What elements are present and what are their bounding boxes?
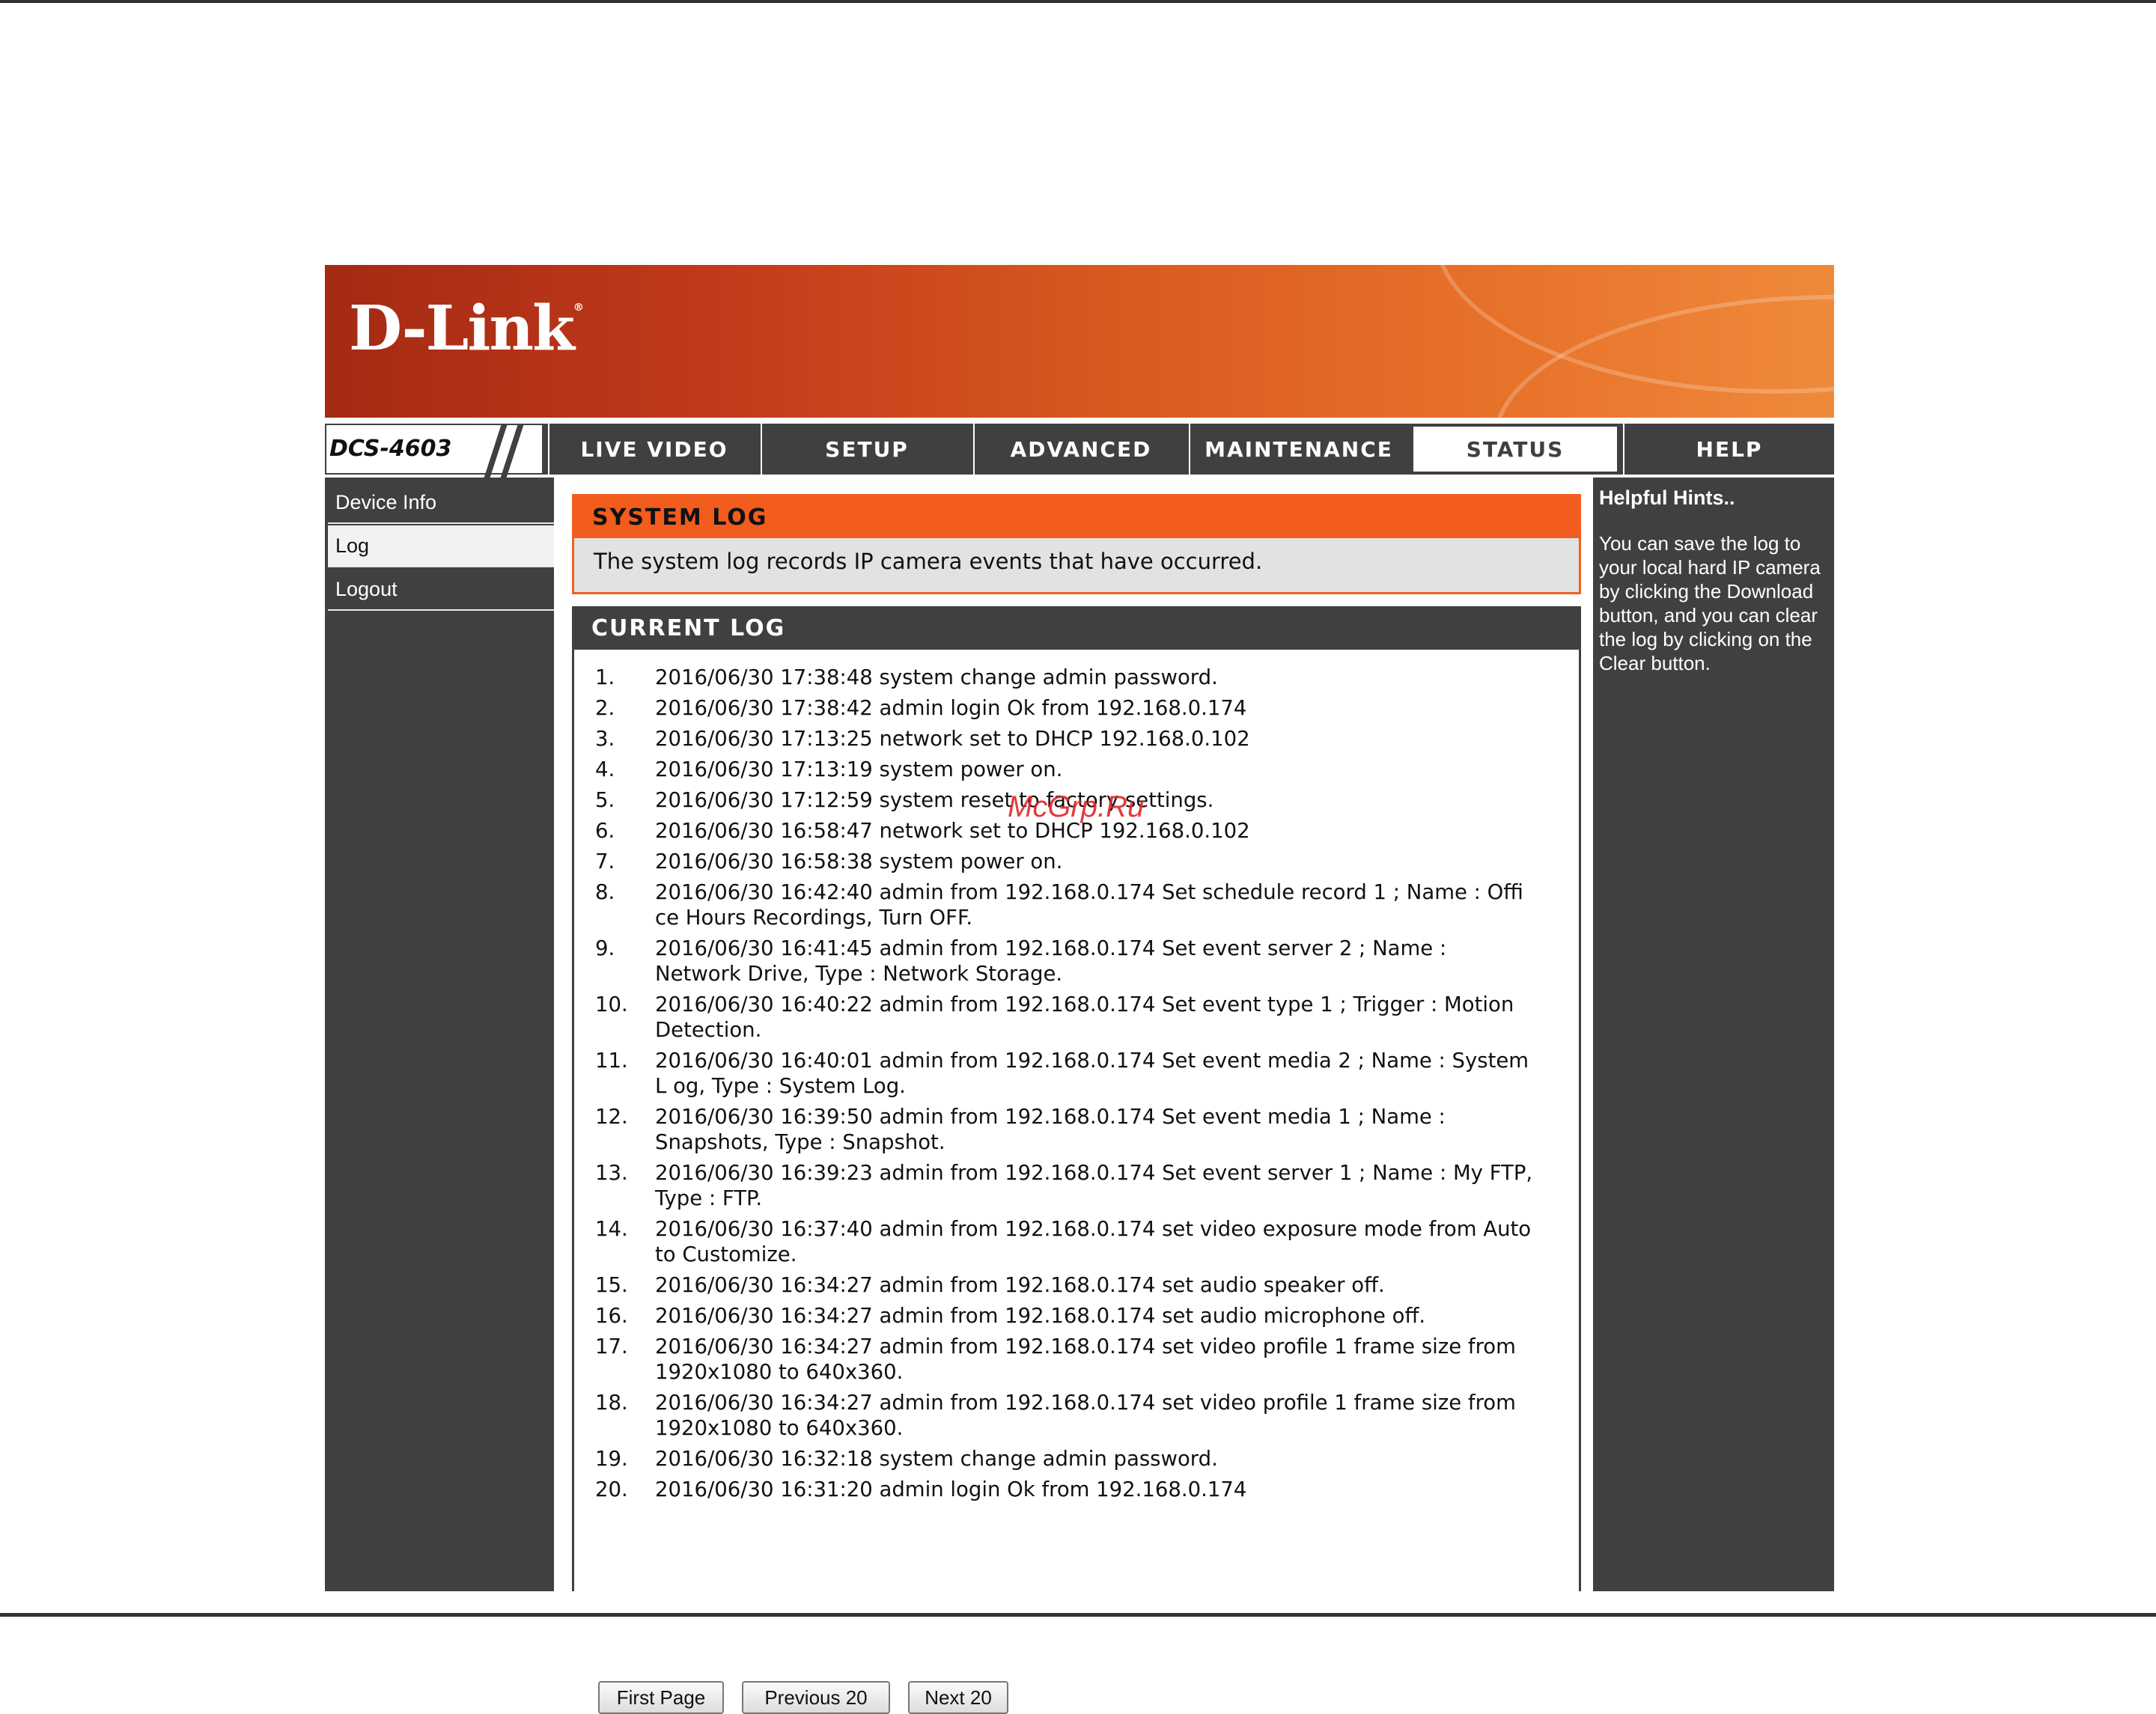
log-entry: 2. 2016/06/30 17:38:42 admin login Ok fro… — [595, 695, 1561, 721]
log-entry: 11. 2016/06/30 16:40:01 admin from 192.16… — [595, 1048, 1561, 1099]
current-log-panel: CURRENT LOG 1. 2016/06/30 17:38:48 system… — [572, 606, 1581, 1714]
sidebar-item-device-info[interactable]: Device Info — [328, 482, 554, 524]
log-entry-number: 12. — [595, 1105, 628, 1129]
log-entry: 20. 2016/06/30 16:31:20 admin login Ok fr… — [595, 1477, 1561, 1502]
tab-live-video[interactable]: LIVE VIDEO — [548, 424, 759, 475]
log-entry: 10. 2016/06/30 16:40:22 admin from 192.16… — [595, 992, 1561, 1043]
system-log-panel: SYSTEM LOG The system log records IP cam… — [572, 494, 1581, 594]
first-page-button[interactable]: First Page — [598, 1681, 724, 1714]
system-log-title: SYSTEM LOG — [574, 496, 1579, 538]
system-log-description: The system log records IP camera events … — [594, 549, 1263, 574]
model-name: DCS-4603 — [329, 436, 452, 462]
log-entry-number: 6. — [595, 819, 615, 843]
log-entry-text: 2016/06/30 16:39:23 admin from 192.168.0… — [655, 1161, 1533, 1210]
dlink-logo: D-Link® — [349, 293, 584, 365]
log-entry-text: 2016/06/30 17:13:19 system power on. — [655, 757, 1063, 781]
log-entry: 18. 2016/06/30 16:34:27 admin from 192.16… — [595, 1390, 1561, 1441]
log-entry-text: 2016/06/30 17:38:42 admin login Ok from … — [655, 696, 1247, 720]
log-entry: 14. 2016/06/30 16:37:40 admin from 192.16… — [595, 1216, 1561, 1267]
log-entry: 9. 2016/06/30 16:41:45 admin from 192.168… — [595, 936, 1561, 986]
log-entry-number: 7. — [595, 850, 615, 873]
log-entry-text: 2016/06/30 16:39:50 admin from 192.168.0… — [655, 1105, 1446, 1154]
top-nav: DCS-4603 LIVE VIDEO SETUP ADVANCED MAINT… — [325, 424, 1834, 478]
log-entry-number: 14. — [595, 1217, 628, 1241]
log-entry-text: 2016/06/30 16:41:45 admin from 192.168.0… — [655, 936, 1447, 986]
log-entry-number: 8. — [595, 880, 615, 904]
log-entry: 19. 2016/06/30 16:32:18 system change adm… — [595, 1446, 1561, 1471]
log-entry: 12. 2016/06/30 16:39:50 admin from 192.16… — [595, 1104, 1561, 1155]
log-entry-text: 2016/06/30 16:34:27 admin from 192.168.0… — [655, 1273, 1385, 1297]
log-entry: 8. 2016/06/30 16:42:40 admin from 192.168… — [595, 879, 1561, 930]
log-entry-text: 2016/06/30 16:34:27 admin from 192.168.0… — [655, 1335, 1516, 1384]
log-entry-text: 2016/06/30 16:42:40 admin from 192.168.0… — [655, 880, 1523, 930]
tab-advanced[interactable]: ADVANCED — [973, 424, 1187, 475]
log-entry-number: 5. — [595, 788, 615, 812]
model-badge: DCS-4603 — [325, 424, 543, 478]
header-banner: D-Link® — [325, 265, 1834, 418]
log-entry: 15. 2016/06/30 16:34:27 admin from 192.16… — [595, 1272, 1561, 1298]
log-entry: 7. 2016/06/30 16:58:38 system power on. — [595, 849, 1561, 874]
log-entry-text: 2016/06/30 16:58:38 system power on. — [655, 850, 1063, 873]
main-content: SYSTEM LOG The system log records IP cam… — [557, 478, 1581, 1714]
log-entry-number: 13. — [595, 1161, 628, 1185]
helpful-hints-panel: Helpful Hints.. You can save the log to … — [1593, 478, 1834, 1591]
hints-text: You can save the log to your local hard … — [1599, 532, 1821, 674]
log-entry-text: 2016/06/30 16:40:01 admin from 192.168.0… — [655, 1049, 1529, 1098]
bottom-rule — [0, 1613, 2156, 1617]
log-entry-number: 10. — [595, 992, 628, 1016]
log-entry-text: 2016/06/30 16:34:27 admin from 192.168.0… — [655, 1391, 1516, 1440]
log-entry: 4. 2016/06/30 17:13:19 system power on. — [595, 757, 1561, 782]
log-entry-text: 2016/06/30 17:38:48 system change admin … — [655, 665, 1218, 689]
sidebar: Device Info Log Logout — [325, 478, 554, 1591]
log-entry-number: 1. — [595, 665, 615, 689]
tab-maintenance[interactable]: MAINTENANCE — [1189, 424, 1407, 475]
current-log-title: CURRENT LOG — [572, 606, 1581, 650]
log-entry-text: 2016/06/30 16:31:20 admin login Ok from … — [655, 1477, 1247, 1501]
next-20-button[interactable]: Next 20 — [908, 1681, 1008, 1714]
log-entry-text: 2016/06/30 16:37:40 admin from 192.168.0… — [655, 1217, 1532, 1266]
tab-status[interactable]: STATUS — [1410, 424, 1620, 475]
log-entry-number: 3. — [595, 727, 615, 751]
log-entry-number: 19. — [595, 1447, 628, 1471]
hints-title: Helpful Hints.. — [1599, 487, 1735, 509]
log-entry-number: 18. — [595, 1391, 628, 1415]
tab-help[interactable]: HELP — [1623, 424, 1834, 475]
camera-web-ui: D-Link® DCS-4603 LIVE VIDEO SETUP ADVANC… — [325, 265, 1834, 1714]
tab-setup[interactable]: SETUP — [761, 424, 972, 475]
watermark: McGrp.Ru — [1008, 790, 1145, 823]
log-entry-number: 9. — [595, 936, 615, 960]
log-entry: 13. 2016/06/30 16:39:23 admin from 192.16… — [595, 1160, 1561, 1211]
log-entry: 17. 2016/06/30 16:34:27 admin from 192.16… — [595, 1334, 1561, 1385]
log-entry-text: 2016/06/30 16:34:27 admin from 192.168.0… — [655, 1304, 1426, 1328]
log-entry-number: 20. — [595, 1477, 628, 1501]
log-entry: 16. 2016/06/30 16:34:27 admin from 192.16… — [595, 1303, 1561, 1329]
log-entry-text: 2016/06/30 16:32:18 system change admin … — [655, 1447, 1218, 1471]
log-entry-number: 2. — [595, 696, 615, 720]
top-rule — [0, 0, 2156, 3]
sidebar-item-logout[interactable]: Logout — [328, 569, 554, 611]
log-entry-number: 15. — [595, 1273, 628, 1297]
log-entry: 3. 2016/06/30 17:13:25 network set to DHC… — [595, 726, 1561, 751]
sidebar-item-log[interactable]: Log — [328, 525, 554, 567]
log-entry-number: 11. — [595, 1049, 628, 1073]
log-entry: 1. 2016/06/30 17:38:48 system change admi… — [595, 665, 1561, 690]
log-entry-number: 16. — [595, 1304, 628, 1328]
log-entry-number: 4. — [595, 757, 615, 781]
log-entry-number: 17. — [595, 1335, 628, 1358]
log-entry-text: 2016/06/30 17:13:25 network set to DHCP … — [655, 727, 1250, 751]
log-entry-text: 2016/06/30 16:40:22 admin from 192.168.0… — [655, 992, 1514, 1042]
previous-20-button[interactable]: Previous 20 — [742, 1681, 890, 1714]
